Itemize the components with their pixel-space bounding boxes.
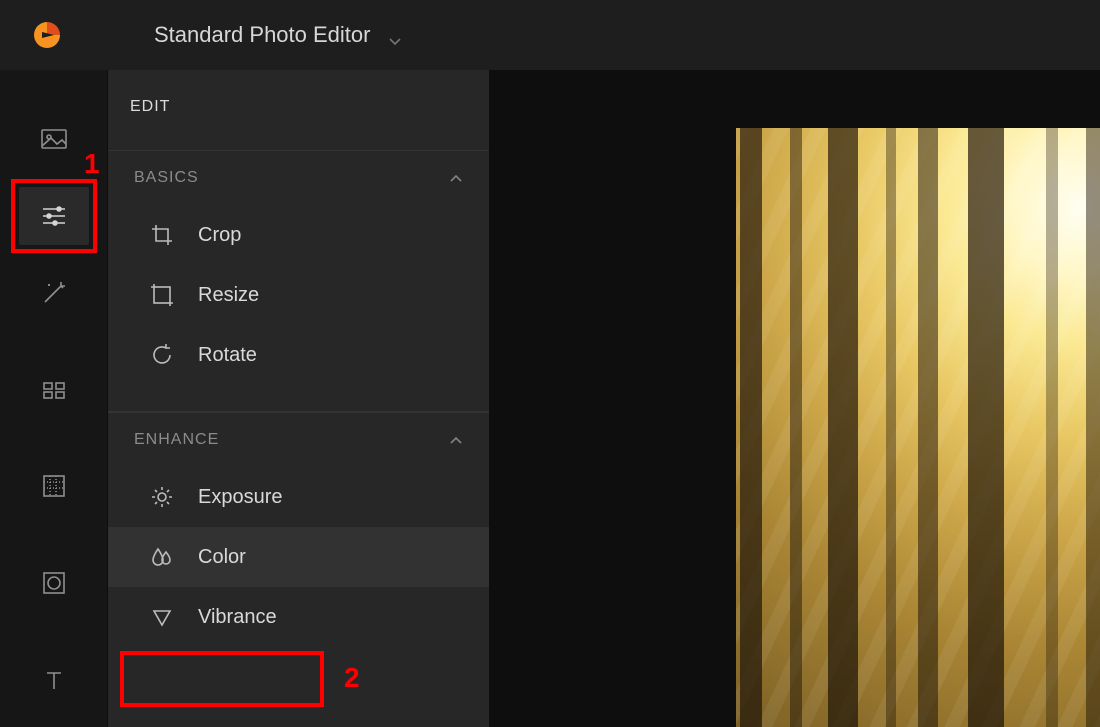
editor-mode-label: Standard Photo Editor — [154, 22, 370, 48]
item-resize-label: Resize — [198, 284, 259, 307]
item-crop[interactable]: Crop — [108, 205, 489, 265]
tool-texture[interactable] — [19, 457, 89, 516]
edited-photo — [736, 128, 1100, 727]
sun-icon — [150, 485, 174, 509]
crop-icon — [150, 223, 174, 247]
triangle-down-icon — [150, 605, 174, 629]
item-crop-label: Crop — [198, 224, 241, 247]
rotate-icon — [150, 343, 174, 367]
tool-edit-sliders[interactable] — [19, 187, 89, 246]
chevron-up-icon — [449, 433, 463, 447]
item-exposure[interactable]: Exposure — [108, 467, 489, 527]
app-logo-icon — [30, 18, 64, 52]
chevron-down-icon — [388, 28, 402, 42]
app-header: Standard Photo Editor — [0, 0, 1100, 70]
section-enhance-header[interactable]: ENHANCE — [108, 412, 489, 467]
tool-image[interactable] — [19, 110, 89, 169]
chevron-up-icon — [449, 171, 463, 185]
item-rotate[interactable]: Rotate — [108, 325, 489, 385]
section-basics-label: BASICS — [134, 169, 199, 187]
section-basics-header[interactable]: BASICS — [108, 150, 489, 205]
canvas-area[interactable] — [490, 70, 1100, 727]
tool-grid[interactable] — [19, 360, 89, 419]
tool-vignette[interactable] — [19, 554, 89, 613]
item-color[interactable]: Color — [108, 527, 489, 587]
annotation-number-1: 1 — [84, 148, 100, 180]
edit-panel: EDIT BASICS Crop Resize Rotate ENHANCE — [108, 70, 490, 727]
item-vibrance-label: Vibrance — [198, 606, 277, 629]
item-vibrance[interactable]: Vibrance — [108, 587, 489, 647]
tool-text[interactable] — [19, 650, 89, 709]
main-area: EDIT BASICS Crop Resize Rotate ENHANCE — [0, 70, 1100, 727]
item-resize[interactable]: Resize — [108, 265, 489, 325]
section-enhance-items: Exposure Color Vibrance — [108, 467, 489, 665]
editor-mode-selector[interactable]: Standard Photo Editor — [154, 22, 402, 48]
resize-icon — [150, 283, 174, 307]
item-rotate-label: Rotate — [198, 344, 257, 367]
panel-title: EDIT — [108, 70, 489, 150]
droplet-icon — [150, 545, 174, 569]
item-exposure-label: Exposure — [198, 486, 283, 509]
annotation-number-2: 2 — [344, 662, 360, 694]
section-enhance-label: ENHANCE — [134, 431, 219, 449]
section-basics-items: Crop Resize Rotate — [108, 205, 489, 403]
tool-magic-wand[interactable] — [19, 263, 89, 322]
item-color-label: Color — [198, 546, 246, 569]
